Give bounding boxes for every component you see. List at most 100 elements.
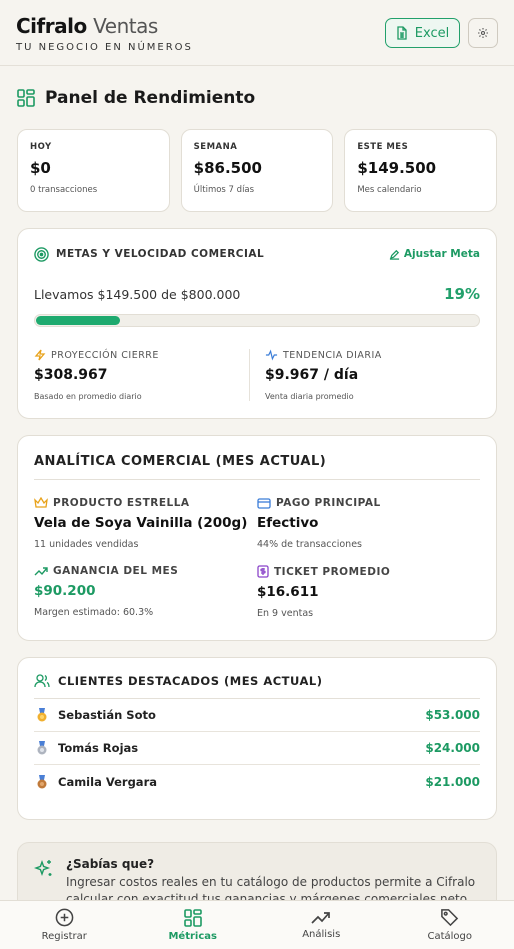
goal-progress-bar xyxy=(34,314,480,327)
client-name: Tomás Rojas xyxy=(58,741,139,755)
analytics-item-label-text: PAGO PRINCIPAL xyxy=(276,497,381,509)
projection-value: $308.967 xyxy=(34,367,108,383)
lightning-icon xyxy=(34,349,46,361)
stat-card-week: SEMANA $86.500 Últimos 7 días xyxy=(180,129,334,212)
stat-label: HOY xyxy=(30,142,52,152)
spreadsheet-file-icon xyxy=(397,26,407,40)
analytics-item-value: $16.611 xyxy=(257,584,319,600)
analytics-item-value: Efectivo xyxy=(257,515,319,531)
analytics-item-sub: Margen estimado: 60.3% xyxy=(34,607,154,618)
tip-body: Ingresar costos reales en tu catálogo de… xyxy=(66,875,476,900)
analytics-item-main-payment: PAGO PRINCIPAL Efectivo 44% de transacci… xyxy=(257,497,480,550)
trend-value: $9.967 / día xyxy=(265,367,359,383)
stat-value: $86.500 xyxy=(193,159,262,177)
analytics-item-label-text: PRODUCTO ESTRELLA xyxy=(53,497,190,509)
nav-label: Catálogo xyxy=(427,931,473,942)
trend-sub: Venta diaria promedio xyxy=(265,392,354,401)
silver-medal-icon xyxy=(37,741,47,755)
projection-sub: Basado en promedio diario xyxy=(34,392,142,401)
stat-sub: 0 transacciones xyxy=(30,185,98,195)
dashboard-grid-icon xyxy=(183,908,202,927)
top-clients-title: CLIENTES DESTACADOS (MES ACTUAL) xyxy=(58,674,323,688)
bottom-navigation: Registrar Métricas Análisis Catálogo xyxy=(0,900,514,949)
main-content[interactable]: Panel de Rendimiento HOY $0 0 transaccio… xyxy=(0,67,514,900)
pulse-icon xyxy=(265,349,278,361)
analytics-card: ANALÍTICA COMERCIAL (MES ACTUAL) PRODUCT… xyxy=(17,435,497,641)
target-icon xyxy=(34,246,49,262)
analytics-item-label: PRODUCTO ESTRELLA xyxy=(34,497,257,509)
client-amount: $53.000 xyxy=(425,708,480,722)
stat-label: SEMANA xyxy=(193,142,238,152)
app-header: Cifralo Ventas TU NEGOCIO EN NÚMEROS Exc… xyxy=(0,0,514,66)
client-amount: $24.000 xyxy=(425,741,480,755)
settings-button[interactable] xyxy=(468,18,498,48)
stat-value: $149.500 xyxy=(357,159,437,177)
stat-value: $0 xyxy=(30,159,51,177)
projection-label-text: PROYECCIÓN CIERRE xyxy=(51,349,159,361)
goal-metrics: PROYECCIÓN CIERRE $308.967 Basado en pro… xyxy=(34,349,480,401)
goals-header: METAS Y VELOCIDAD COMERCIAL Ajustar Meta xyxy=(34,243,480,265)
client-name: Camila Vergara xyxy=(58,774,157,789)
nav-registrar[interactable]: Registrar xyxy=(0,901,129,949)
credit-card-icon xyxy=(257,497,271,509)
trend-label: TENDENCIA DIARIA xyxy=(265,349,480,361)
trend-label-text: TENDENCIA DIARIA xyxy=(283,349,382,361)
stat-label: ESTE MES xyxy=(357,142,409,152)
adjust-goal-button[interactable]: Ajustar Meta xyxy=(389,248,480,260)
goals-card: METAS Y VELOCIDAD COMERCIAL Ajustar Meta… xyxy=(17,228,497,419)
analytics-item-label-text: GANANCIA DEL MES xyxy=(53,565,179,577)
analytics-item-label-text: TICKET PROMEDIO xyxy=(274,565,391,578)
analytics-item-avg-ticket: TICKET PROMEDIO $16.611 En 9 ventas xyxy=(257,565,480,619)
projection-metric: PROYECCIÓN CIERRE $308.967 Basado en pro… xyxy=(34,349,249,402)
users-icon xyxy=(34,674,50,688)
stat-sub: Últimos 7 días xyxy=(193,185,255,195)
excel-label: Excel xyxy=(414,25,450,41)
page-title: Panel de Rendimiento xyxy=(17,87,497,109)
nav-label: Análisis xyxy=(302,928,341,940)
goal-progress-percent: 19% xyxy=(444,285,480,303)
analytics-item-value: $90.200 xyxy=(34,583,96,599)
gold-medal-icon xyxy=(37,708,47,722)
tip-title: ¿Sabías que? xyxy=(66,857,155,871)
receipt-dollar-icon xyxy=(257,565,269,578)
gear-icon xyxy=(478,28,488,38)
analytics-item-label: TICKET PROMEDIO xyxy=(257,565,480,578)
analytics-item-star-product: PRODUCTO ESTRELLA Vela de Soya Vainilla … xyxy=(34,497,257,550)
client-row[interactable]: Tomás Rojas $24.000 xyxy=(34,732,480,765)
plus-circle-icon xyxy=(55,908,74,927)
stat-card-today: HOY $0 0 transacciones xyxy=(17,129,170,212)
goal-progress-text: Llevamos $149.500 de $800.000 xyxy=(34,286,241,302)
bronze-medal-icon xyxy=(37,774,47,788)
tip-text: ¿Sabías que? Ingresar costos reales en t… xyxy=(66,857,480,900)
crown-icon xyxy=(34,497,48,508)
goal-progress-fill xyxy=(36,316,121,325)
client-row[interactable]: Camila Vergara $21.000 xyxy=(34,765,480,798)
brand-suffix: Ventas xyxy=(93,14,158,38)
nav-metricas[interactable]: Métricas xyxy=(129,901,258,949)
analytics-grid: PRODUCTO ESTRELLA Vela de Soya Vainilla … xyxy=(34,497,480,619)
analytics-title: ANALÍTICA COMERCIAL (MES ACTUAL) xyxy=(34,454,480,480)
nav-label: Registrar xyxy=(41,931,87,942)
stats-row: HOY $0 0 transacciones SEMANA $86.500 Úl… xyxy=(17,129,498,212)
sparkles-icon xyxy=(34,859,52,877)
tag-icon xyxy=(441,909,459,927)
client-amount: $21.000 xyxy=(425,774,480,789)
nav-catalogo[interactable]: Catálogo xyxy=(386,901,514,949)
analytics-item-label: PAGO PRINCIPAL xyxy=(257,497,480,509)
analytics-item-value: Vela de Soya Vainilla (200g) xyxy=(34,515,248,531)
top-clients-header: CLIENTES DESTACADOS (MES ACTUAL) xyxy=(34,674,480,699)
pencil-icon xyxy=(389,249,400,260)
tip-card: ¿Sabías que? Ingresar costos reales en t… xyxy=(17,842,497,900)
nav-analisis[interactable]: Análisis xyxy=(257,901,386,949)
adjust-goal-label: Ajustar Meta xyxy=(403,248,480,260)
trending-up-icon xyxy=(311,911,331,924)
client-row[interactable]: Sebastián Soto $53.000 xyxy=(34,699,480,732)
goal-progress-row: Llevamos $149.500 de $800.000 19% xyxy=(34,285,480,303)
dashboard-grid-icon xyxy=(17,89,35,107)
analytics-item-sub: En 9 ventas xyxy=(257,608,314,619)
goals-title: METAS Y VELOCIDAD COMERCIAL xyxy=(56,248,265,260)
top-clients-card: CLIENTES DESTACADOS (MES ACTUAL) Sebasti… xyxy=(17,657,497,820)
stat-card-month: ESTE MES $149.500 Mes calendario xyxy=(344,129,498,212)
projection-label: PROYECCIÓN CIERRE xyxy=(34,349,249,361)
excel-export-button[interactable]: Excel xyxy=(385,18,460,48)
